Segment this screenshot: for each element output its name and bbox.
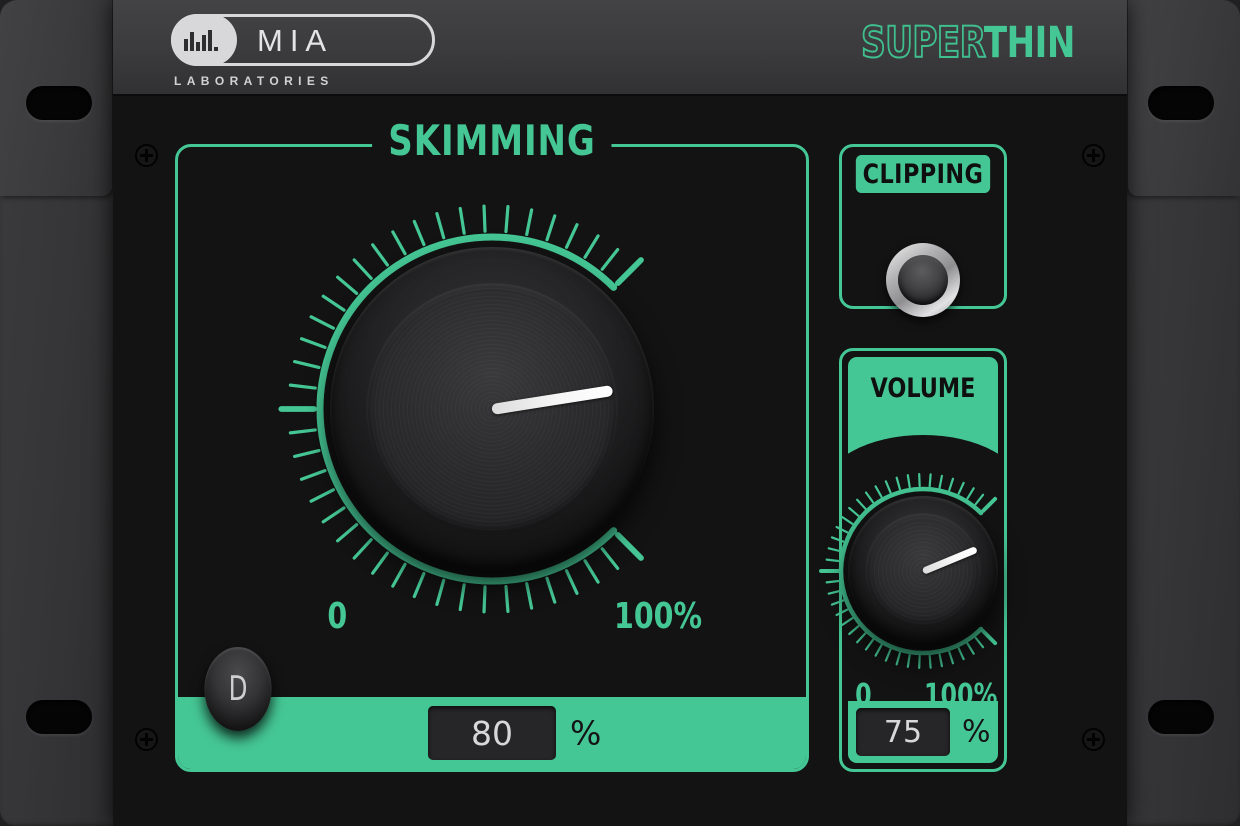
volume-section: VOLUME 0 100% 75 %: [839, 348, 1007, 772]
clipping-toggle[interactable]: [886, 243, 960, 317]
panel-header: MIA LABORATORIES SUPERTHIN: [113, 0, 1127, 96]
skimming-knob[interactable]: [282, 199, 702, 619]
volume-value-field[interactable]: 75: [856, 708, 950, 756]
mia-logo: MIA LABORATORIES: [171, 14, 439, 88]
volume-knob[interactable]: [825, 473, 1021, 669]
rack-mount-slot-bottom-left: [26, 700, 92, 734]
screw-icon-bottom-left: [135, 728, 158, 751]
volume-title: VOLUME: [848, 373, 997, 404]
screw-icon-top-left: [135, 144, 158, 167]
rack-ear-left: [0, 0, 122, 826]
skimming-min-label: 0: [327, 599, 347, 635]
volume-value-bar: 75 %: [848, 701, 998, 763]
volume-unit-label: %: [962, 715, 991, 750]
clipping-toggle-cap: [898, 255, 948, 305]
plugin-window: MIA LABORATORIES SUPERTHIN SKIMMING: [0, 0, 1240, 826]
logo-subtitle: LABORATORIES: [171, 74, 439, 88]
skimming-value-field[interactable]: 80: [428, 706, 556, 760]
plugin-panel: MIA LABORATORIES SUPERTHIN SKIMMING: [113, 0, 1127, 826]
volume-title-arch-cut: [848, 435, 998, 465]
rack-mount-slot-bottom-right: [1148, 700, 1214, 734]
rack-mount-slot-top-left: [26, 86, 92, 120]
screw-icon-top-right: [1082, 144, 1105, 167]
clipping-title: CLIPPING: [856, 155, 990, 193]
logo-wordmark: MIA: [257, 23, 333, 59]
skimming-default-button[interactable]: D: [204, 647, 271, 731]
skimming-value-bar: 80 %: [178, 697, 806, 769]
bar-chart-icon: [184, 30, 218, 51]
screw-icon-bottom-right: [1082, 728, 1105, 751]
skimming-max-label: 100%: [614, 599, 702, 635]
rack-ear-right: [1118, 0, 1240, 826]
clipping-section: CLIPPING: [839, 144, 1007, 309]
skimming-default-button-label: D: [229, 669, 248, 709]
product-wordmark-super: SUPER: [861, 18, 984, 68]
skimming-unit-label: %: [570, 714, 601, 753]
product-wordmark-thin: THIN: [984, 18, 1075, 68]
rack-mount-slot-top-right: [1148, 86, 1214, 120]
panel-body: SKIMMING 0 100% 80 % D: [113, 96, 1127, 826]
skimming-section: SKIMMING 0 100% 80 % D: [175, 144, 809, 772]
skimming-title: SKIMMING: [372, 120, 612, 162]
product-wordmark: SUPERTHIN: [861, 22, 1075, 65]
logo-pill: MIA: [171, 14, 435, 66]
